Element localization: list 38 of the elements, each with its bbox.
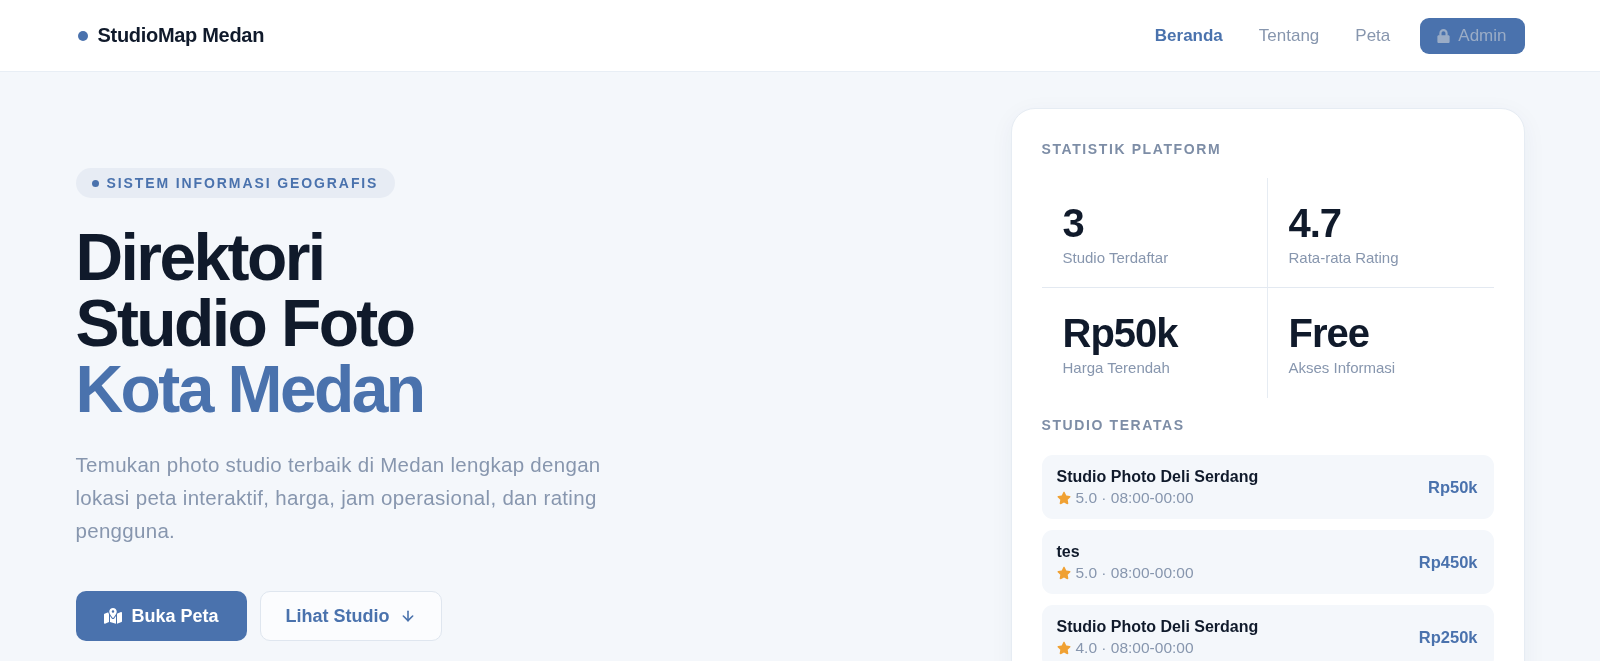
map-pin-icon bbox=[103, 607, 122, 625]
studio-list-item[interactable]: Studio Photo Deli Serdang 5.0 · 08:00-00:00 Rp50k bbox=[1041, 455, 1494, 519]
studio-price: Rp450k bbox=[1418, 552, 1478, 572]
stat-value: Free bbox=[1288, 311, 1370, 355]
stat-value: Rp50k bbox=[1062, 311, 1180, 355]
nav-link[interactable]: Peta bbox=[1355, 25, 1391, 46]
section-title: STUDIO TERATAS bbox=[1041, 417, 1186, 433]
stat-label: Studio Terdaftar bbox=[1062, 248, 1170, 268]
studio-list-item[interactable]: Studio Photo Deli Serdang 4.0 · 08:00-00:00 Rp250k bbox=[1041, 605, 1494, 661]
studio-name: tes bbox=[1056, 542, 1081, 562]
nav-link[interactable]: Beranda bbox=[1154, 25, 1223, 46]
dot-icon bbox=[77, 30, 88, 41]
open-map-button[interactable]: Buka Peta bbox=[75, 591, 247, 641]
studio-meta: 5.0 · 08:00-00:00 bbox=[1075, 563, 1194, 582]
nav-link[interactable]: Tentang bbox=[1258, 25, 1320, 46]
studio-meta: 4.0 · 08:00-00:00 bbox=[1075, 638, 1194, 657]
section-title: STATISTIK PLATFORM bbox=[1041, 141, 1223, 157]
hero-description: Temukan photo studio terbaik di Medan lengkap dengan lokasi peta interaktif, harga, jam operasional, dan rating pengguna. bbox=[75, 452, 602, 544]
star-icon bbox=[1056, 640, 1071, 655]
studio-meta: 5.0 · 08:00-00:00 bbox=[1075, 488, 1194, 507]
studio-price: Rp250k bbox=[1418, 627, 1478, 647]
stat-label: Akses Informasi bbox=[1288, 358, 1397, 378]
hero-title: Direktori Studio Foto Kota Medan bbox=[75, 224, 424, 422]
studio-name: Studio Photo Deli Serdang bbox=[1056, 617, 1259, 637]
studio-list-item[interactable]: tes 5.0 · 08:00-00:00 Rp450k bbox=[1041, 530, 1494, 594]
studio-name: Studio Photo Deli Serdang bbox=[1056, 467, 1259, 487]
studio-price: Rp50k bbox=[1427, 477, 1478, 497]
stat-label: Harga Terendah bbox=[1062, 358, 1171, 378]
badge-label: SISTEM INFORMASI GEOGRAFIS bbox=[106, 175, 379, 191]
view-studios-button[interactable]: Lihat Studio bbox=[259, 591, 442, 641]
stat-value: 4.7 bbox=[1288, 201, 1343, 245]
stat-label: Rata-rata Rating bbox=[1288, 248, 1400, 268]
star-icon bbox=[1056, 565, 1071, 580]
stat-value: 3 bbox=[1062, 201, 1085, 245]
lock-icon bbox=[1437, 28, 1451, 43]
dot-icon bbox=[91, 179, 99, 187]
star-icon bbox=[1056, 490, 1071, 505]
brand-name: StudioMap Medan bbox=[97, 24, 265, 47]
